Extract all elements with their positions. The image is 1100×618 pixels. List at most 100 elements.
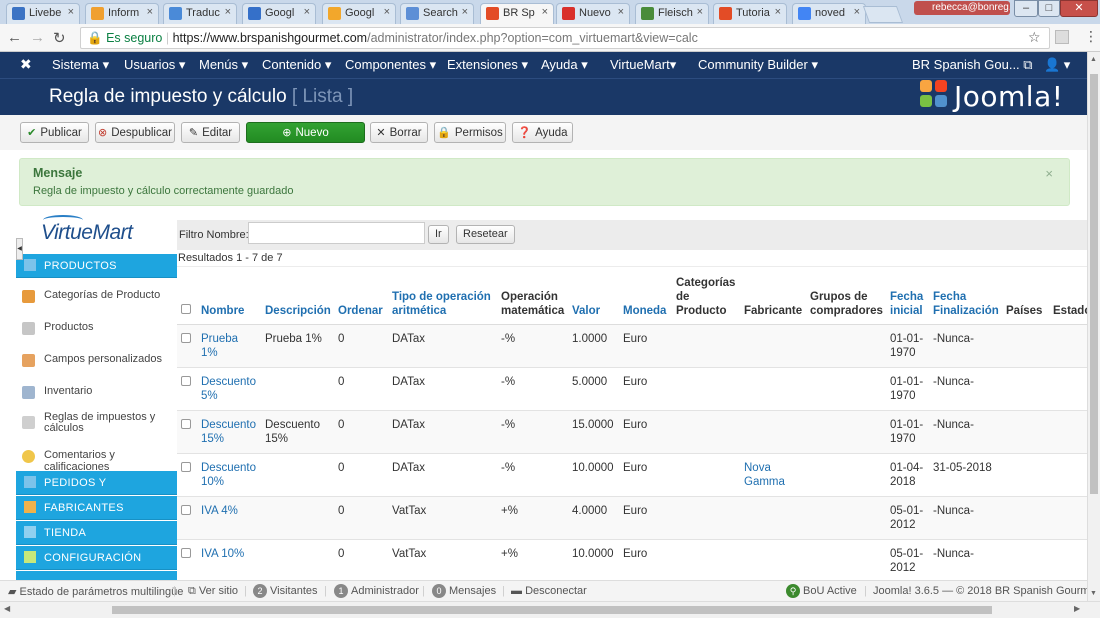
cell-name[interactable]: Descuento 15%: [197, 410, 261, 454]
col-end-date[interactable]: Fecha Finalización: [929, 267, 1002, 325]
sidebar-collapse-handle[interactable]: ◀: [16, 238, 23, 260]
publish-button[interactable]: ✔ Publicar: [20, 122, 89, 143]
delete-button[interactable]: ✕ Borrar: [370, 122, 428, 143]
cell-manufacturer[interactable]: Nova Gamma: [740, 453, 806, 497]
col-ordering[interactable]: Ordenar: [334, 267, 388, 325]
col-value[interactable]: Valor: [568, 267, 619, 325]
new-button[interactable]: ⊕ Nuevo: [246, 122, 365, 143]
browser-tab[interactable]: Tutoria ×: [713, 3, 787, 24]
vertical-scrollbar[interactable]: ▲ ▼: [1087, 52, 1100, 601]
maximize-icon[interactable]: □: [1038, 0, 1060, 17]
cell-name[interactable]: IVA 4%: [197, 496, 261, 540]
site-name-link[interactable]: BR Spanish Gou... ⧉: [912, 57, 1033, 73]
filter-reset-button[interactable]: Resetear: [456, 225, 515, 244]
browser-tab[interactable]: Nuevo ×: [556, 3, 630, 24]
horizontal-scroll-thumb[interactable]: [112, 606, 992, 614]
close-tab-icon[interactable]: ×: [697, 6, 703, 18]
vertical-scroll-thumb[interactable]: [1090, 74, 1098, 494]
menu-menus[interactable]: Menús ▾: [199, 57, 248, 73]
sidebar-item-custom-fields[interactable]: Campos personalizados: [16, 353, 177, 367]
reload-icon[interactable]: ↻: [53, 29, 66, 47]
close-tab-icon[interactable]: ×: [304, 6, 310, 18]
messages-indicator[interactable]: 0 Mensajes: [432, 584, 496, 598]
row-checkbox[interactable]: [177, 324, 197, 368]
sidebar-item-inventory[interactable]: Inventario: [16, 385, 177, 399]
browser-tab[interactable]: Fleisch ×: [635, 3, 709, 24]
cell-name[interactable]: Prueba 1%: [197, 324, 261, 368]
joomla-small-logo-icon[interactable]: ✖: [20, 56, 32, 73]
close-tab-icon[interactable]: ×: [147, 6, 153, 18]
cell-name[interactable]: Descuento 5%: [197, 367, 261, 411]
sidebar-item-categories[interactable]: Categorías de Producto: [16, 289, 177, 303]
sidebar-section-more[interactable]: [16, 571, 177, 580]
view-site-link[interactable]: ⧉ Ver sitio: [188, 585, 238, 598]
sidebar-section-shop[interactable]: TIENDA: [16, 521, 177, 545]
row-checkbox[interactable]: [177, 539, 197, 580]
url-field[interactable]: 🔒 Es seguro | https://www.brspanishgourm…: [80, 27, 1050, 49]
close-tab-icon[interactable]: ×: [775, 6, 781, 18]
filter-name-input[interactable]: [248, 222, 425, 244]
sidebar-item-products[interactable]: Productos: [16, 321, 177, 335]
browser-tab[interactable]: Traduc ×: [163, 3, 237, 24]
menu-extensiones[interactable]: Extensiones ▾: [447, 57, 528, 73]
logout-link[interactable]: ▬ Desconectar: [511, 585, 587, 597]
visitors-indicator[interactable]: 2 Visitantes: [253, 584, 318, 598]
bookmark-star-icon[interactable]: ☆: [1028, 29, 1041, 46]
menu-usuarios[interactable]: Usuarios ▾: [124, 57, 185, 73]
close-tab-icon[interactable]: ×: [854, 6, 860, 18]
browser-tab[interactable]: noved ×: [792, 3, 866, 24]
browser-user-profile[interactable]: rebecca@bonreg...: [914, 1, 1010, 15]
close-tab-icon[interactable]: ×: [542, 6, 548, 18]
close-tab-icon[interactable]: ×: [384, 6, 390, 18]
filter-go-button[interactable]: Ir: [428, 225, 449, 244]
col-currency[interactable]: Moneda: [619, 267, 672, 325]
close-tab-icon[interactable]: ×: [68, 6, 74, 18]
menu-community-builder[interactable]: Community Builder ▾: [698, 57, 818, 73]
back-arrow-icon[interactable]: ←: [7, 29, 22, 46]
sidebar-section-orders[interactable]: PEDIDOS Y: [16, 471, 177, 495]
browser-tab[interactable]: Livebe ×: [6, 3, 80, 24]
menu-virtuemart[interactable]: VirtueMart▾: [610, 57, 676, 73]
col-name[interactable]: Nombre: [197, 267, 261, 325]
bou-active-indicator[interactable]: ⚲ BoU Active: [786, 584, 857, 598]
col-start-date[interactable]: Fecha inicial: [886, 267, 929, 325]
select-all-checkbox[interactable]: [177, 267, 197, 325]
close-tab-icon[interactable]: ×: [225, 6, 231, 18]
sidebar-section-products[interactable]: PRODUCTOS: [16, 254, 177, 278]
sidebar-section-config[interactable]: CONFIGURACIÓN: [16, 546, 177, 570]
menu-sistema[interactable]: Sistema ▾: [52, 57, 109, 73]
row-checkbox[interactable]: [177, 367, 197, 411]
browser-menu-icon[interactable]: ⋮: [1084, 28, 1098, 45]
row-checkbox[interactable]: [177, 496, 197, 540]
new-tab-button[interactable]: [862, 6, 904, 23]
row-checkbox[interactable]: [177, 453, 197, 497]
close-tab-icon[interactable]: ×: [618, 6, 624, 18]
forward-arrow-icon[interactable]: →: [30, 29, 45, 46]
close-tab-icon[interactable]: ×: [462, 6, 468, 18]
browser-tab[interactable]: Search ×: [400, 3, 474, 24]
edit-button[interactable]: ✎ Editar: [181, 122, 240, 143]
user-menu-icon[interactable]: 👤 ▾: [1044, 57, 1070, 73]
multilang-status-link[interactable]: ▰ Estado de parámetros multilingüe: [8, 585, 183, 598]
close-message-icon[interactable]: ×: [1045, 166, 1053, 181]
sidebar-item-tax-rules[interactable]: Reglas de impuestos y cálculos: [16, 412, 177, 434]
extension-icon[interactable]: [1055, 30, 1069, 44]
help-button[interactable]: ❓ Ayuda: [512, 122, 573, 143]
sidebar-item-reviews[interactable]: Comentarios y calificaciones: [16, 449, 177, 473]
close-window-icon[interactable]: ✕: [1060, 0, 1098, 17]
browser-tab[interactable]: Googl ×: [242, 3, 316, 24]
col-op-type[interactable]: Tipo de operación aritmética: [388, 267, 497, 325]
browser-tab[interactable]: Googl ×: [322, 3, 396, 24]
permissions-button[interactable]: 🔒 Permisos: [434, 122, 506, 143]
menu-contenido[interactable]: Contenido ▾: [262, 57, 331, 73]
menu-ayuda[interactable]: Ayuda ▾: [541, 57, 588, 73]
unpublish-button[interactable]: ⊗ Despublicar: [95, 122, 175, 143]
cell-name[interactable]: IVA 10%: [197, 539, 261, 580]
minimize-icon[interactable]: –: [1014, 0, 1038, 17]
col-description[interactable]: Descripción: [261, 267, 334, 325]
sidebar-section-manufacturers[interactable]: FABRICANTES: [16, 496, 177, 520]
menu-componentes[interactable]: Componentes ▾: [345, 57, 436, 73]
horizontal-scrollbar[interactable]: ◀ ▶: [0, 601, 1100, 618]
row-checkbox[interactable]: [177, 410, 197, 454]
cell-name[interactable]: Descuento 10%: [197, 453, 261, 497]
